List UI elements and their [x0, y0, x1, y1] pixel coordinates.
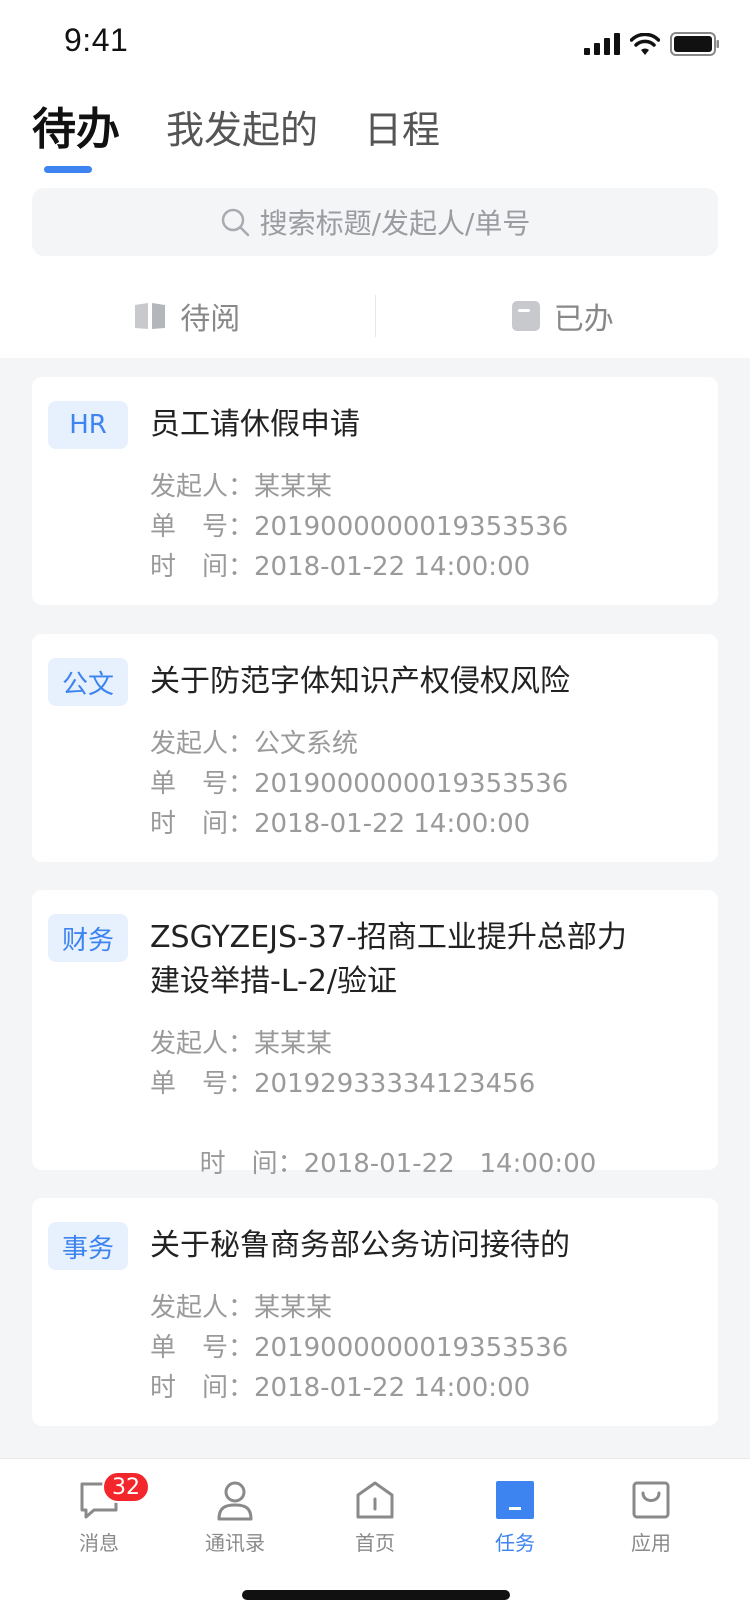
nav-contacts[interactable]: 通讯录 [180, 1479, 290, 1556]
initiator-label: 发起人： [150, 472, 255, 502]
task-tag: 公文 [48, 658, 128, 706]
task-number: 单 号：2019000000019353536 [150, 1328, 568, 1368]
task-card[interactable]: 事务 关于秘鲁商务部公务访问接待的 发起人：某某某 单 号：2019000000… [32, 1198, 718, 1426]
number-value: 20192933334123456 [254, 1069, 536, 1099]
initiator-value: 某某某 [254, 1293, 333, 1323]
task-number: 单 号：2019000000019353536 [150, 507, 568, 547]
initiator-value: 某某某 [254, 1029, 333, 1059]
task-time: 时 间：2018-01-22 14:00:00 [150, 804, 530, 844]
initiator-label: 发起人： [150, 1293, 255, 1323]
nav-tasks-label: 任务 [495, 1531, 535, 1555]
task-icon [496, 1481, 534, 1519]
search-placeholder: 搜索标题/发起人/单号 [259, 207, 531, 240]
nav-home[interactable]: 首页 [320, 1479, 430, 1556]
filter-to-read[interactable]: 待阅 [0, 294, 375, 338]
time-value: 2018-01-22 14:00:00 [303, 1149, 597, 1179]
book-icon [135, 303, 166, 329]
task-initiator: 发起人：某某某 [150, 1024, 332, 1064]
nav-home-label: 首页 [355, 1531, 395, 1555]
task-tag: 财务 [48, 914, 128, 962]
nav-apps-label: 应用 [631, 1531, 671, 1555]
task-initiator: 发起人：某某某 [150, 1288, 332, 1328]
filter-done-label: 已办 [553, 302, 614, 337]
filter-done[interactable]: 已办 [376, 294, 750, 338]
task-title: 员工请休假申请 [150, 407, 360, 442]
task-tag: 事务 [48, 1222, 128, 1270]
initiator-label: 发起人： [150, 729, 255, 759]
time-label: 时 间： [150, 1373, 255, 1403]
task-number: 单 号：2019000000019353536 [150, 764, 568, 804]
unread-badge: 32 [102, 1471, 150, 1503]
number-label: 单 号： [150, 769, 255, 799]
status-time: 9:41 [64, 22, 129, 58]
home-icon [356, 1481, 394, 1519]
active-tab-indicator [44, 166, 92, 173]
battery-icon [670, 32, 719, 56]
task-initiator: 发起人：某某某 [150, 467, 332, 507]
status-bar: 9:41 [0, 0, 750, 88]
status-icons [584, 32, 720, 56]
time-value: 2018-01-22 14:00:00 [254, 552, 531, 582]
task-list: HR 员工请休假申请 发起人：某某某 单 号：20190000000193535… [0, 358, 750, 1458]
search-icon [221, 208, 249, 237]
task-number: 单 号：20192933334123456 [150, 1064, 535, 1104]
time-label: 时 间： [150, 809, 255, 839]
task-card[interactable]: HR 员工请休假申请 发起人：某某某 单 号：20190000000193535… [32, 377, 718, 605]
wifi-icon [630, 33, 660, 55]
task-title: 关于秘鲁商务部公务访问接待的 [150, 1228, 570, 1263]
initiator-value: 某某某 [254, 472, 333, 502]
task-tag: HR [48, 401, 128, 449]
task-time: 时 间：2018-01-22 14:00:00 [150, 547, 530, 587]
top-tabs: 待办 我发起的 日程 [32, 100, 486, 173]
contacts-icon [217, 1481, 253, 1521]
number-value: 2019000000019353536 [254, 1333, 569, 1363]
document-icon [511, 301, 540, 331]
time-value: 2018-01-22 14:00:00 [254, 1373, 531, 1403]
nav-messages[interactable]: 32 消息 [44, 1471, 154, 1556]
initiator-label: 发起人： [150, 1029, 255, 1059]
filter-row: 待阅 已办 [0, 282, 750, 350]
home-indicator [242, 1590, 510, 1600]
time-value: 2018-01-22 14:00:00 [254, 809, 531, 839]
task-card[interactable]: 公文 关于防范字体知识产权侵权风险 发起人：公文系统 单 号：201900000… [32, 634, 718, 862]
task-initiator: 发起人：公文系统 [150, 724, 358, 764]
time-label: 时 间： [199, 1149, 304, 1179]
tab-todo[interactable]: 待办 [32, 100, 120, 160]
initiator-value: 公文系统 [254, 729, 359, 759]
nav-tasks[interactable]: 任务 [460, 1479, 570, 1556]
signal-icon [584, 33, 620, 55]
task-title: ZSGYZEJS-37-招商工业提升总部力建设举措-L-2/验证 [150, 920, 627, 999]
task-card[interactable]: 财务 ZSGYZEJS-37-招商工业提升总部力建设举措-L-2/验证 发起人：… [32, 890, 718, 1179]
task-title: 关于防范字体知识产权侵权风险 [150, 664, 570, 699]
time-label: 时 间： [150, 552, 255, 582]
nav-messages-label: 消息 [79, 1531, 119, 1555]
nav-contacts-label: 通讯录 [205, 1531, 265, 1555]
tab-initiated[interactable]: 我发起的 [166, 100, 318, 160]
number-value: 2019000000019353536 [254, 512, 569, 542]
search-input[interactable]: 搜索标题/发起人/单号 [32, 188, 718, 256]
number-label: 单 号： [150, 1333, 255, 1363]
number-label: 单 号： [150, 1069, 255, 1099]
nav-apps[interactable]: 应用 [596, 1479, 706, 1556]
task-time: 时 间：2018-01-22 14:00:00 [150, 1368, 530, 1408]
filter-to-read-label: 待阅 [180, 302, 241, 337]
number-label: 单 号： [150, 512, 255, 542]
number-value: 2019000000019353536 [254, 769, 569, 799]
apps-bag-icon [632, 1481, 670, 1519]
tab-schedule[interactable]: 日程 [364, 100, 440, 160]
